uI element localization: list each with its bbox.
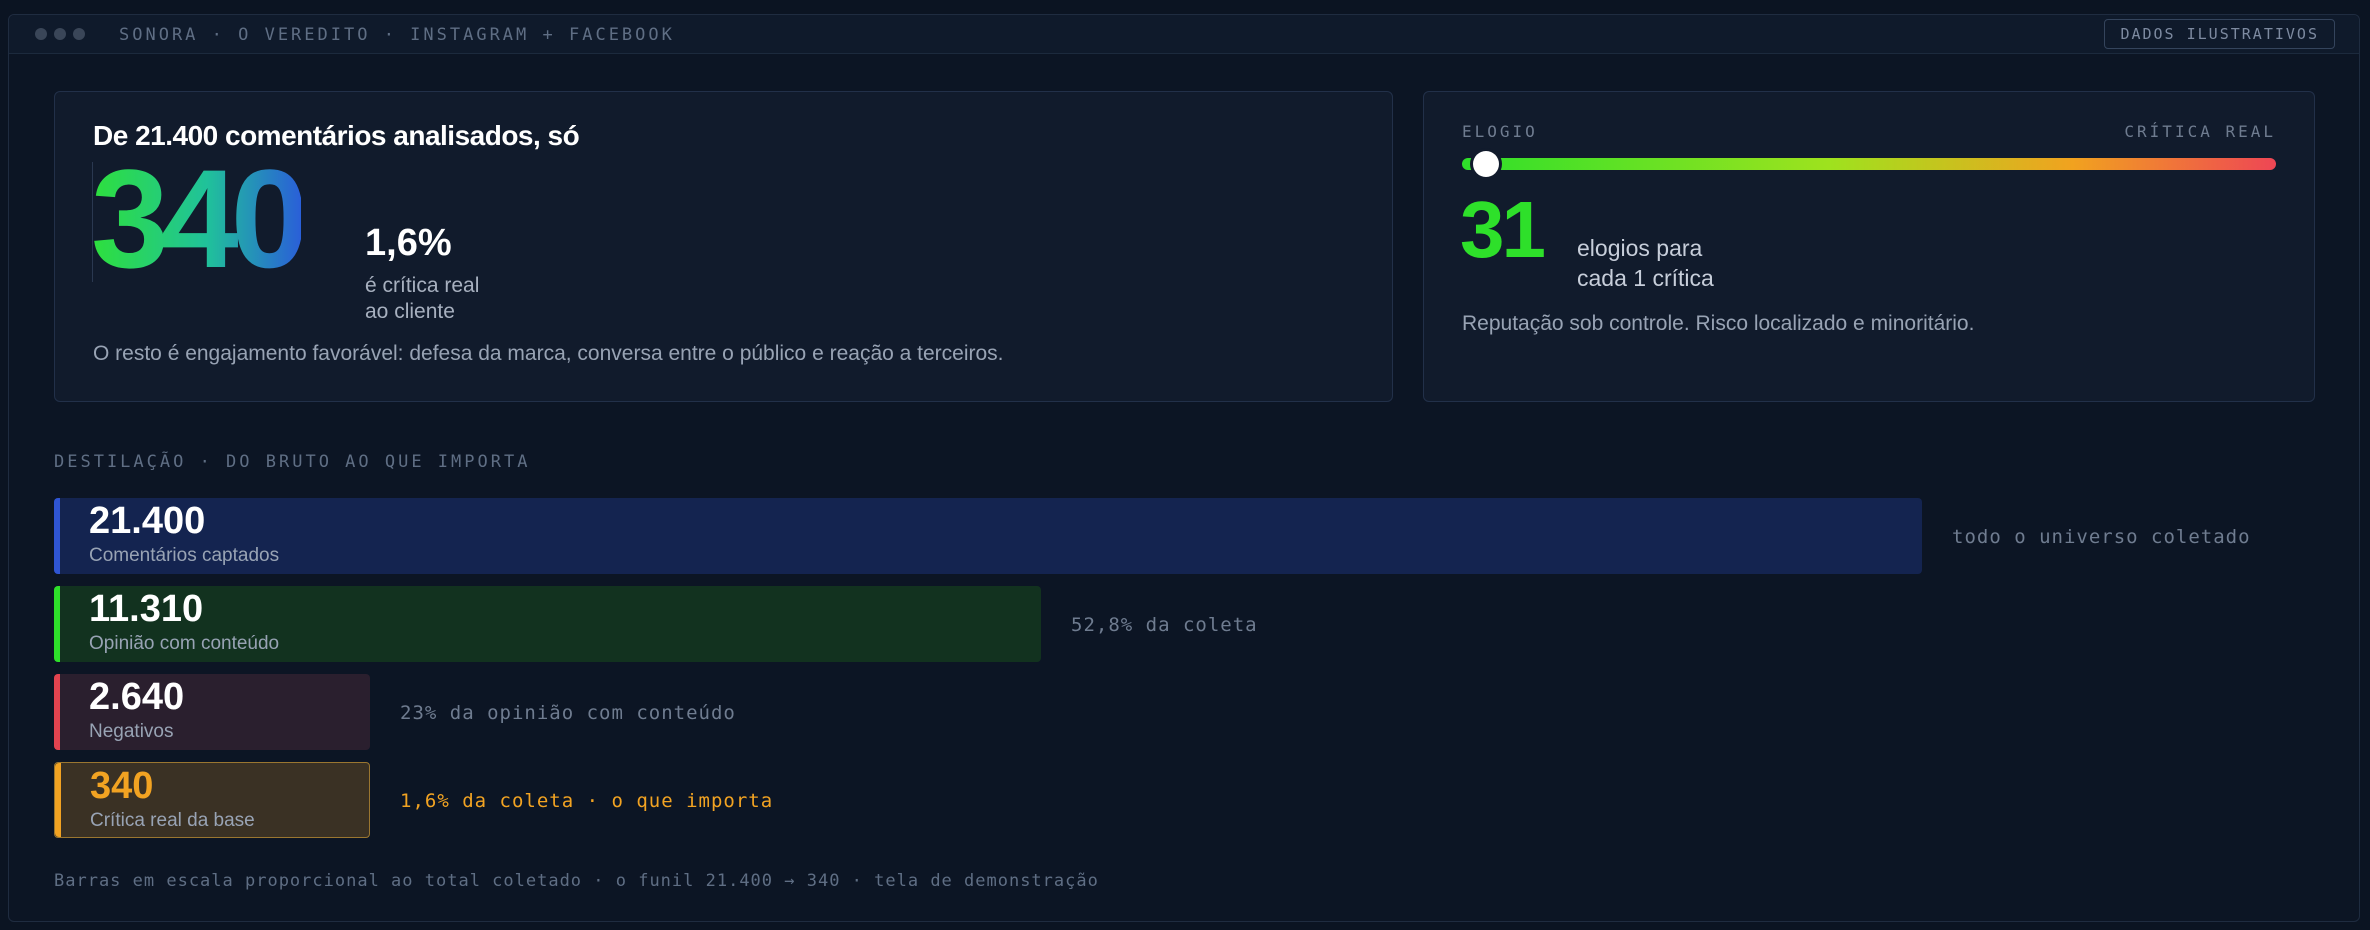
funnel-bar-label: Negativos: [89, 721, 174, 742]
funnel-bar-strip: [54, 674, 60, 750]
funnel-bar-label: Opinião com conteúdo: [89, 633, 280, 654]
title-bar: SONORA · O VEREDITO · INSTAGRAM + FACEBO…: [9, 15, 2359, 54]
hero-percent-caption-2: ao cliente: [365, 300, 455, 323]
ratio-right-label: CRÍTICA REAL: [2124, 122, 2276, 141]
funnel-note-real-critique: 1,6% da coleta · o que importa: [400, 790, 774, 812]
window-title: SONORA · O VEREDITO · INSTAGRAM + FACEBO…: [119, 25, 675, 45]
funnel-bar-label: Crítica real da base: [90, 810, 255, 831]
ratio-caption-2: cada 1 crítica: [1577, 265, 1714, 291]
funnel-bar-real-critique: 340 Crítica real da base: [54, 762, 370, 838]
funnel-bar-value: 2.640: [89, 676, 185, 718]
window-close-dot[interactable]: [35, 28, 47, 40]
illustrative-data-badge: DADOS ILUSTRATIVOS: [2104, 19, 2335, 49]
hero-footnote: O resto é engajamento favorável: defesa …: [93, 342, 1004, 365]
ratio-number: 31: [1460, 185, 1546, 274]
funnel-section-label: DESTILAÇÃO · DO BRUTO AO QUE IMPORTA: [54, 452, 531, 472]
funnel-bar-strip: [54, 586, 60, 662]
window-minimize-dot[interactable]: [54, 28, 66, 40]
ratio-caption-1: elogios para: [1577, 235, 1703, 261]
funnel-note-negative: 23% da opinião com conteúdo: [400, 702, 736, 724]
hero-big-number: 340: [91, 140, 309, 297]
ratio-slider-knob[interactable]: [1473, 151, 1500, 177]
funnel-bar-captured: 21.400 Comentários captados: [54, 498, 1922, 574]
ratio-left-label: ELOGIO: [1462, 122, 1538, 141]
funnel-bar-label: Comentários captados: [89, 545, 280, 566]
funnel-bar-opinion: 11.310 Opinião com conteúdo: [54, 586, 1041, 662]
funnel-note-opinion: 52,8% da coleta: [1071, 614, 1258, 636]
ratio-card: ELOGIO CRÍTICA REAL 31 elogios para cada…: [1423, 91, 2315, 402]
funnel-note-captured: todo o universo coletado: [1952, 526, 2251, 548]
window-maximize-dot[interactable]: [73, 28, 85, 40]
funnel-bar-negative: 2.640 Negativos: [54, 674, 370, 750]
hero-divider: [92, 162, 93, 282]
funnel-bar-value: 21.400: [89, 500, 206, 542]
funnel-footer: Barras em escala proporcional ao total c…: [54, 871, 1099, 891]
funnel-bar-value: 11.310: [89, 588, 204, 630]
funnel-bar-value: 340: [90, 765, 154, 807]
funnel-bar-strip: [55, 763, 61, 837]
ratio-slider-track: [1462, 158, 2276, 170]
funnel-bar-strip: [54, 498, 60, 574]
hero-percent-caption-1: é crítica real: [365, 274, 480, 297]
ratio-footnote: Reputação sob controle. Risco localizado…: [1462, 312, 1975, 335]
hero-card: De 21.400 comentários analisados, só 340…: [54, 91, 1393, 402]
hero-percent: 1,6%: [365, 222, 452, 264]
